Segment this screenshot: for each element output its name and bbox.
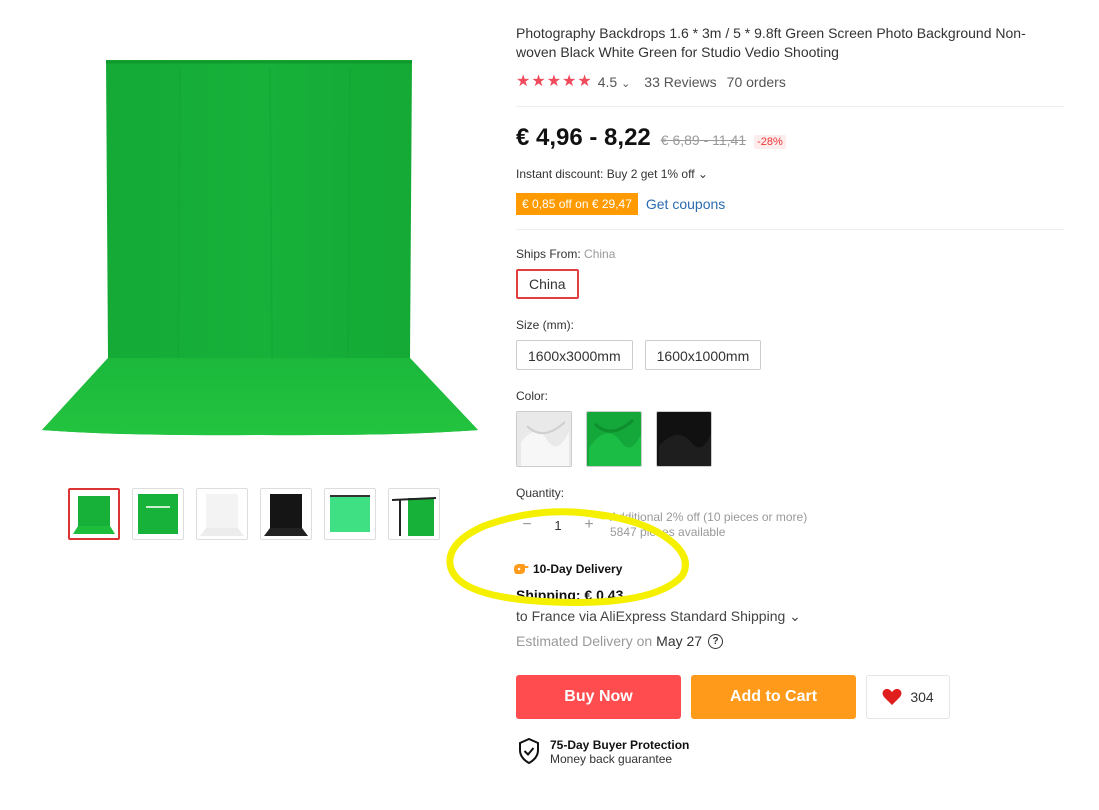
wishlist-count: 304 [910,689,934,705]
color-swatch-white[interactable] [516,411,572,467]
star-icon: ★ [531,73,546,90]
size-option-1600x3000[interactable]: 1600x3000mm [516,340,633,370]
thumbnail-6[interactable] [388,488,440,540]
wishlist-button[interactable]: 304 [866,675,950,719]
star-icon: ★ [577,73,592,90]
thumbnail-3[interactable] [196,488,248,540]
price-row: € 4,96 - 8,22 € 6,89 - 11,41 -28% [516,124,786,152]
chevron-down-icon: ⌄ [621,78,631,90]
color-swatch-black[interactable] [656,411,712,467]
buyer-protection: 75-Day Buyer Protection Money back guara… [518,738,689,766]
thumbnail-1[interactable] [68,488,120,540]
annotation-circle [446,508,689,606]
rating-row: ★ ★ ★ ★ ★ 4.5 ⌄ 33 Reviews 70 orders [516,74,786,91]
color-swatch-green[interactable] [586,411,642,467]
star-icon: ★ [516,73,531,90]
star-icon: ★ [562,73,577,90]
divider [516,229,1064,230]
rating-score[interactable]: 4.5 ⌄ [598,74,631,90]
thumbnail-strip [68,488,440,540]
help-icon[interactable]: ? [708,633,724,649]
estimated-delivery-label: Estimated Delivery on [516,633,653,649]
product-title: Photography Backdrops 1.6 * 3m / 5 * 9.8… [516,25,1026,60]
thumbnail-4[interactable] [260,488,312,540]
size-option-1600x1000[interactable]: 1600x1000mm [644,340,762,370]
heart-icon [882,688,902,705]
thumbnail-2[interactable] [132,488,184,540]
ships-from-current: China [584,247,616,261]
original-price: € 6,89 - 11,41 [660,132,747,148]
buyer-protection-title: 75-Day Buyer Protection [550,738,690,752]
main-product-image [40,58,480,438]
instant-discount[interactable]: Instant discount: Buy 2 get 1% off ⌄ [516,167,708,181]
ships-from-option-china[interactable]: China [516,269,579,299]
add-to-cart-button[interactable]: Add to Cart [691,675,856,719]
color-label: Color: [516,389,549,403]
coupon-badge[interactable]: € 0,85 off on € 29,47 [516,193,638,215]
orders-count: 70 orders [726,74,786,90]
size-label: Size (mm): [516,318,574,332]
divider [516,106,1064,107]
coupon-row: € 0,85 off on € 29,47 Get coupons [516,193,725,215]
rating-stars: ★ ★ ★ ★ ★ [516,74,592,90]
current-price: € 4,96 - 8,22 [516,124,651,151]
buy-now-button[interactable]: Buy Now [516,675,681,719]
estimated-delivery-date: May 27 [656,633,703,649]
get-coupons-link[interactable]: Get coupons [646,196,725,212]
ships-from-label: Ships From: China [516,247,616,261]
estimated-delivery: Estimated Delivery on May 27 ? [516,633,724,649]
thumbnail-5[interactable] [324,488,376,540]
star-icon: ★ [546,73,562,90]
reviews-link[interactable]: 33 Reviews [644,74,716,90]
discount-badge: -28% [754,135,786,149]
buyer-protection-subtitle: Money back guarantee [550,752,673,766]
quantity-label: Quantity: [516,486,565,500]
shield-check-icon [519,738,539,764]
